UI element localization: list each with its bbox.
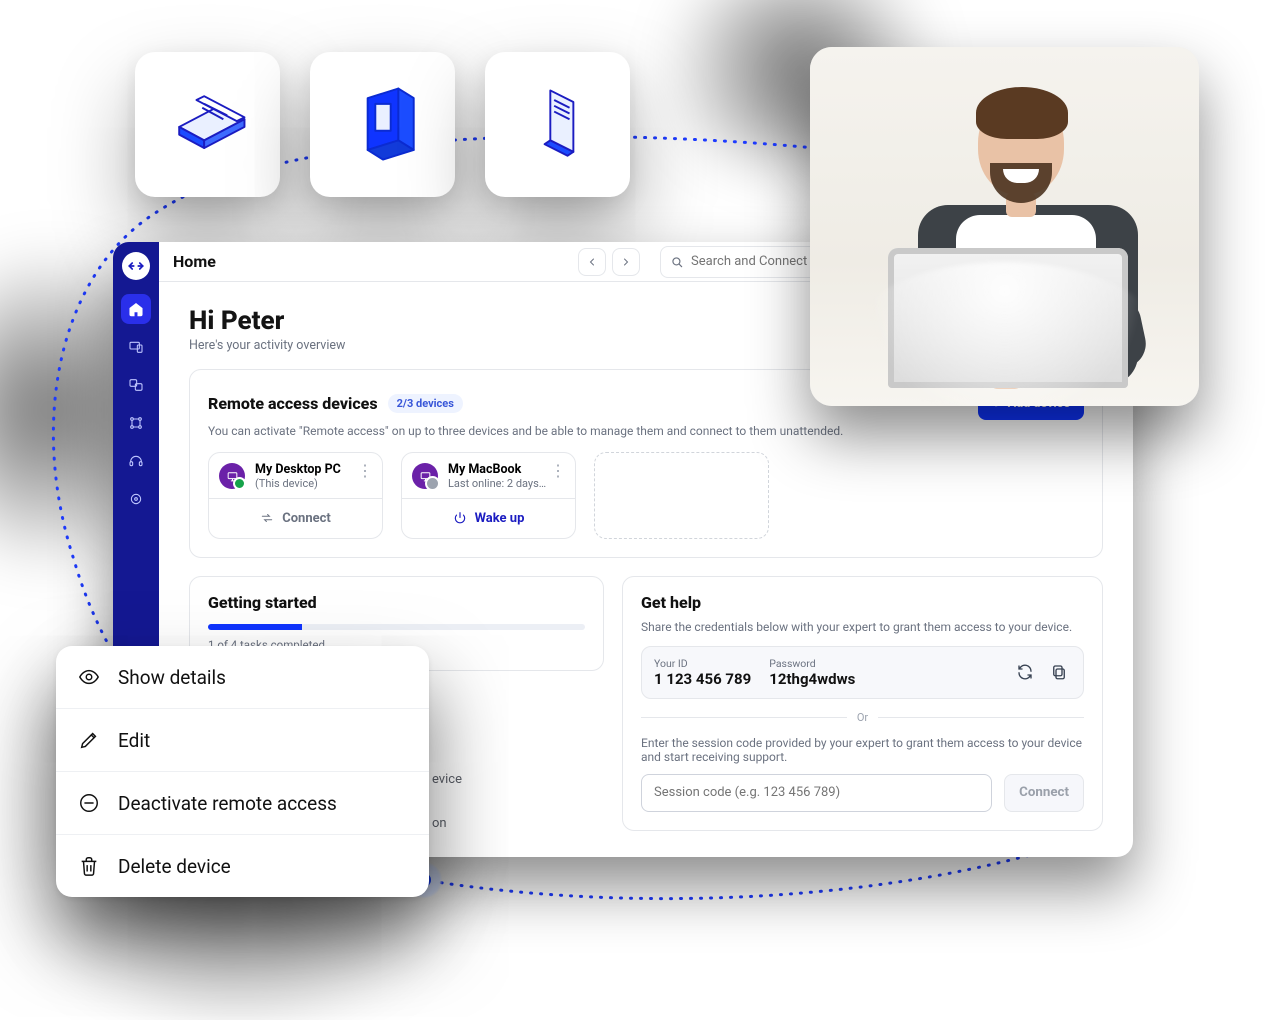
eye-icon (76, 664, 102, 690)
laptop-icon (160, 77, 256, 173)
nav-support[interactable] (121, 446, 151, 476)
nav-sessions[interactable] (121, 370, 151, 400)
monitor-icon (419, 470, 432, 483)
menu-item-label: Edit (118, 729, 150, 752)
your-id-label: Your ID (654, 657, 751, 670)
swap-icon (260, 511, 274, 525)
menu-item-label: Delete device (118, 855, 231, 878)
menu-deactivate-remote-access[interactable]: Deactivate remote access (56, 771, 429, 834)
trash-icon (76, 853, 102, 879)
menu-item-label: Show details (118, 666, 226, 689)
or-text: Or (857, 711, 868, 724)
refresh-icon (1016, 663, 1034, 681)
get-help-card: Get help Share the credentials below wit… (622, 576, 1103, 831)
device-menu-button[interactable]: ⋮ (547, 459, 569, 481)
section-title: Get help (641, 593, 701, 612)
chevron-right-icon (620, 256, 632, 268)
device-action-label: Connect (282, 511, 331, 526)
credentials-box: Your ID 1 123 456 789 Password 12thg4wdw… (641, 646, 1084, 699)
device-card: My MacBook Last online: 2 days… ⋮ Wake u… (401, 452, 576, 539)
device-meta: Last online: 2 days… (448, 477, 546, 490)
refresh-password-button[interactable] (1013, 660, 1037, 684)
device-name: My MacBook (448, 463, 546, 477)
tasks-progress (208, 624, 585, 630)
nav-forward-button[interactable] (612, 248, 640, 276)
phone-icon (510, 77, 606, 173)
menu-show-details[interactable]: Show details (56, 646, 429, 708)
session-connect-button[interactable]: Connect (1004, 774, 1084, 812)
your-id-value: 1 123 456 789 (654, 670, 751, 688)
nav-more[interactable] (121, 484, 151, 514)
device-meta: (This device) (255, 477, 341, 490)
copy-icon (1050, 663, 1068, 681)
background-text-fragment: on (432, 816, 447, 831)
device-count-badge: 2/3 devices (388, 394, 463, 413)
hero-photo (810, 47, 1199, 406)
session-code-input[interactable] (641, 774, 992, 812)
tile-phone (485, 52, 630, 197)
device-status-icon (412, 463, 438, 489)
device-menu-button[interactable]: ⋮ (354, 459, 376, 481)
device-placeholder-slot[interactable] (594, 452, 769, 539)
menu-delete-device[interactable]: Delete device (56, 834, 429, 897)
connect-label: Connect (1019, 785, 1069, 800)
or-separator: Or (641, 711, 1084, 724)
chevron-left-icon (586, 256, 598, 268)
device-connect-button[interactable]: Connect (209, 498, 382, 538)
pencil-icon (76, 727, 102, 753)
password-value: 12thg4wdws (769, 670, 855, 688)
tile-laptop (135, 52, 280, 197)
power-icon (453, 511, 467, 525)
monitor-icon (226, 470, 239, 483)
device-name: My Desktop PC (255, 463, 341, 477)
section-title: Remote access devices (208, 394, 378, 413)
background-text-fragment: evice (432, 772, 462, 787)
nav-home[interactable] (121, 294, 151, 324)
breadcrumb: Home (173, 252, 216, 271)
nav-workflows[interactable] (121, 408, 151, 438)
copy-credentials-button[interactable] (1047, 660, 1071, 684)
menu-item-label: Deactivate remote access (118, 792, 337, 815)
search-icon (670, 254, 684, 273)
nav-back-button[interactable] (578, 248, 606, 276)
menu-edit[interactable]: Edit (56, 708, 429, 771)
device-action-label: Wake up (475, 511, 525, 526)
app-logo (122, 252, 150, 280)
device-type-tiles (135, 52, 630, 197)
device-card: My Desktop PC (This device) ⋮ Connect (208, 452, 383, 539)
server-icon (335, 77, 431, 173)
device-context-menu: Show details Edit Deactivate remote acce… (56, 646, 429, 897)
nav-devices[interactable] (121, 332, 151, 362)
minus-circle-icon (76, 790, 102, 816)
section-title: Getting started (208, 593, 317, 612)
section-description: You can activate "Remote access" on up t… (208, 424, 1084, 438)
device-wake-button[interactable]: Wake up (402, 498, 575, 538)
help-hint-2: Enter the session code provided by your … (641, 736, 1084, 764)
help-hint: Share the credentials below with your ex… (641, 620, 1084, 634)
password-label: Password (769, 657, 855, 670)
tile-server (310, 52, 455, 197)
device-status-icon (219, 463, 245, 489)
